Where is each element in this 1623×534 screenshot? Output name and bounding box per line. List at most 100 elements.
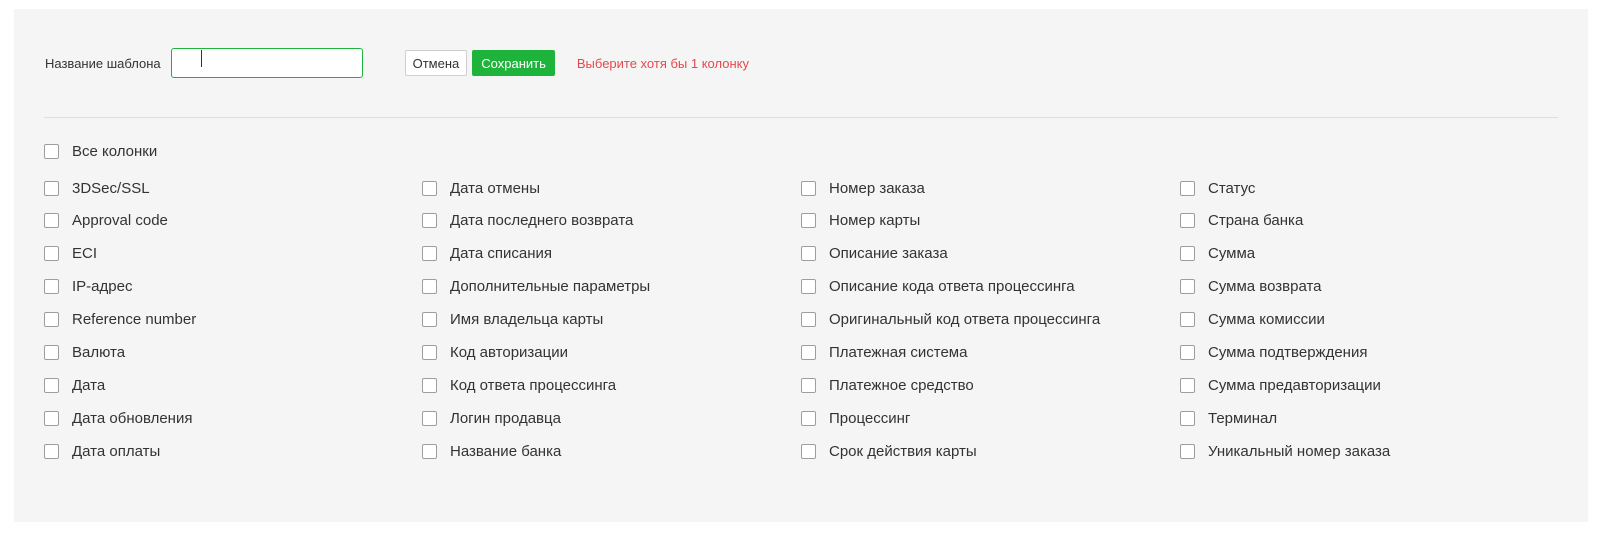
column-checkbox-row[interactable]: Название банка: [422, 440, 650, 462]
column-label: Страна банка: [1208, 212, 1304, 230]
column-checkbox[interactable]: [44, 377, 59, 393]
column-checkbox-row[interactable]: Дополнительные параметры: [422, 276, 650, 298]
column-checkbox[interactable]: [44, 246, 59, 262]
column-checkbox-row[interactable]: Сумма предавторизации: [1180, 374, 1390, 396]
column-label: Описание кода ответа процессинга: [829, 278, 1075, 296]
column-checkbox[interactable]: [44, 443, 59, 459]
column-checkbox-row[interactable]: Процессинг: [801, 407, 1100, 429]
column-checkbox-row[interactable]: Сумма комиссии: [1180, 309, 1390, 331]
column-template-panel: Название шаблона Отмена Сохранить Выбери…: [14, 9, 1588, 522]
column-checkbox[interactable]: [44, 279, 59, 295]
column-checkbox[interactable]: [801, 213, 816, 229]
column-checkbox[interactable]: [422, 377, 437, 393]
column-label: Статус: [1208, 179, 1256, 197]
column-checkbox[interactable]: [422, 246, 437, 262]
column-checkbox[interactable]: [422, 443, 437, 459]
column-checkbox[interactable]: [1180, 443, 1195, 459]
column-checkbox[interactable]: [801, 246, 816, 262]
column-checkbox[interactable]: [44, 213, 59, 229]
column-checkbox-row[interactable]: Номер заказа: [801, 177, 1100, 199]
column-label: Дата обновления: [72, 409, 193, 427]
column-checkbox[interactable]: [801, 410, 816, 426]
column-label: Сумма: [1208, 245, 1256, 263]
column-checkbox[interactable]: [422, 213, 437, 229]
column-checkbox-row[interactable]: Валюта: [44, 341, 196, 363]
column-checkbox[interactable]: [44, 344, 59, 360]
all-columns-checkbox-row[interactable]: Все колонки: [44, 140, 157, 162]
all-columns-label: Все колонки: [72, 142, 158, 160]
column-checkbox-row[interactable]: Код авторизации: [422, 341, 650, 363]
column-checkbox[interactable]: [1180, 377, 1195, 393]
column-checkbox[interactable]: [44, 312, 59, 328]
columns-group-3: Номер заказа Номер карты Описание заказа Оп…: [801, 177, 1100, 473]
column-checkbox-row[interactable]: Дата обновления: [44, 407, 196, 429]
column-checkbox[interactable]: [422, 312, 437, 328]
column-label: Имя владельца карты: [450, 311, 604, 329]
column-checkbox-row[interactable]: Страна банка: [1180, 210, 1390, 232]
column-checkbox[interactable]: [801, 180, 816, 196]
cancel-button[interactable]: Отмена: [404, 50, 468, 76]
column-checkbox-row[interactable]: Дата: [44, 374, 196, 396]
column-checkbox[interactable]: [1180, 344, 1195, 360]
column-checkbox[interactable]: [1180, 279, 1195, 295]
column-checkbox-row[interactable]: Код ответа процессинга: [422, 374, 650, 396]
column-checkbox-row[interactable]: Имя владельца карты: [422, 309, 650, 331]
column-label: Дата последнего возврата: [450, 212, 634, 230]
column-checkbox[interactable]: [1180, 180, 1195, 196]
column-checkbox-row[interactable]: IP-адрес: [44, 276, 196, 298]
column-checkbox[interactable]: [801, 377, 816, 393]
column-label: ECI: [72, 245, 98, 263]
column-checkbox[interactable]: [422, 344, 437, 360]
column-checkbox-row[interactable]: Approval code: [44, 210, 196, 232]
column-label: Reference number: [72, 311, 197, 329]
column-label: Платежное средство: [829, 376, 974, 394]
column-checkbox-row[interactable]: Срок действия карты: [801, 440, 1100, 462]
column-checkbox-row[interactable]: Логин продавца: [422, 407, 650, 429]
column-checkbox-row[interactable]: Дата последнего возврата: [422, 210, 650, 232]
column-checkbox[interactable]: [1180, 410, 1195, 426]
column-checkbox[interactable]: [1180, 246, 1195, 262]
column-checkbox[interactable]: [44, 180, 59, 196]
template-name-input[interactable]: [170, 48, 363, 78]
column-label: Валюта: [72, 343, 126, 361]
column-checkbox-row[interactable]: Сумма: [1180, 243, 1390, 265]
column-checkbox[interactable]: [801, 312, 816, 328]
column-checkbox-row[interactable]: Статус: [1180, 177, 1390, 199]
column-checkbox[interactable]: [422, 410, 437, 426]
column-checkbox[interactable]: [801, 344, 816, 360]
column-checkbox-row[interactable]: Уникальный номер заказа: [1180, 440, 1390, 462]
column-checkbox-row[interactable]: Сумма возврата: [1180, 276, 1390, 298]
validation-error: Выберите хотя бы 1 колонку: [576, 55, 749, 71]
column-checkbox-row[interactable]: Описание кода ответа процессинга: [801, 276, 1100, 298]
column-checkbox[interactable]: [422, 180, 437, 196]
column-checkbox-row[interactable]: Оригинальный код ответа процессинга: [801, 309, 1100, 331]
column-label: Описание заказа: [829, 245, 948, 263]
column-label: Сумма подтверждения: [1208, 343, 1368, 361]
column-checkbox[interactable]: [801, 279, 816, 295]
column-checkbox-row[interactable]: Дата отмены: [422, 177, 650, 199]
column-checkbox-row[interactable]: Терминал: [1180, 407, 1390, 429]
column-checkbox[interactable]: [44, 410, 59, 426]
column-checkbox-row[interactable]: 3DSec/SSL: [44, 177, 196, 199]
column-checkbox-row[interactable]: Платежная система: [801, 341, 1100, 363]
column-label: Номер карты: [829, 212, 921, 230]
column-checkbox-row[interactable]: Платежное средство: [801, 374, 1100, 396]
all-columns-checkbox[interactable]: [44, 143, 59, 159]
column-checkbox[interactable]: [801, 443, 816, 459]
column-checkbox-row[interactable]: ECI: [44, 243, 196, 265]
column-checkbox[interactable]: [1180, 213, 1195, 229]
column-label: Approval code: [72, 212, 168, 230]
column-checkbox-row[interactable]: Дата списания: [422, 243, 650, 265]
column-label: Сумма комиссии: [1208, 311, 1325, 329]
columns-group-4: Статус Страна банка Сумма Сумма возврата Сум…: [1180, 177, 1390, 473]
column-checkbox-row[interactable]: Номер карты: [801, 210, 1100, 232]
column-checkbox-row[interactable]: Сумма подтверждения: [1180, 341, 1390, 363]
column-checkbox-row[interactable]: Дата оплаты: [44, 440, 196, 462]
column-label: Сумма возврата: [1208, 278, 1322, 296]
column-checkbox-row[interactable]: Описание заказа: [801, 243, 1100, 265]
save-button[interactable]: Сохранить: [472, 50, 555, 76]
column-checkbox[interactable]: [422, 279, 437, 295]
column-label: Дата оплаты: [72, 442, 161, 460]
column-checkbox[interactable]: [1180, 312, 1195, 328]
column-checkbox-row[interactable]: Reference number: [44, 309, 196, 331]
